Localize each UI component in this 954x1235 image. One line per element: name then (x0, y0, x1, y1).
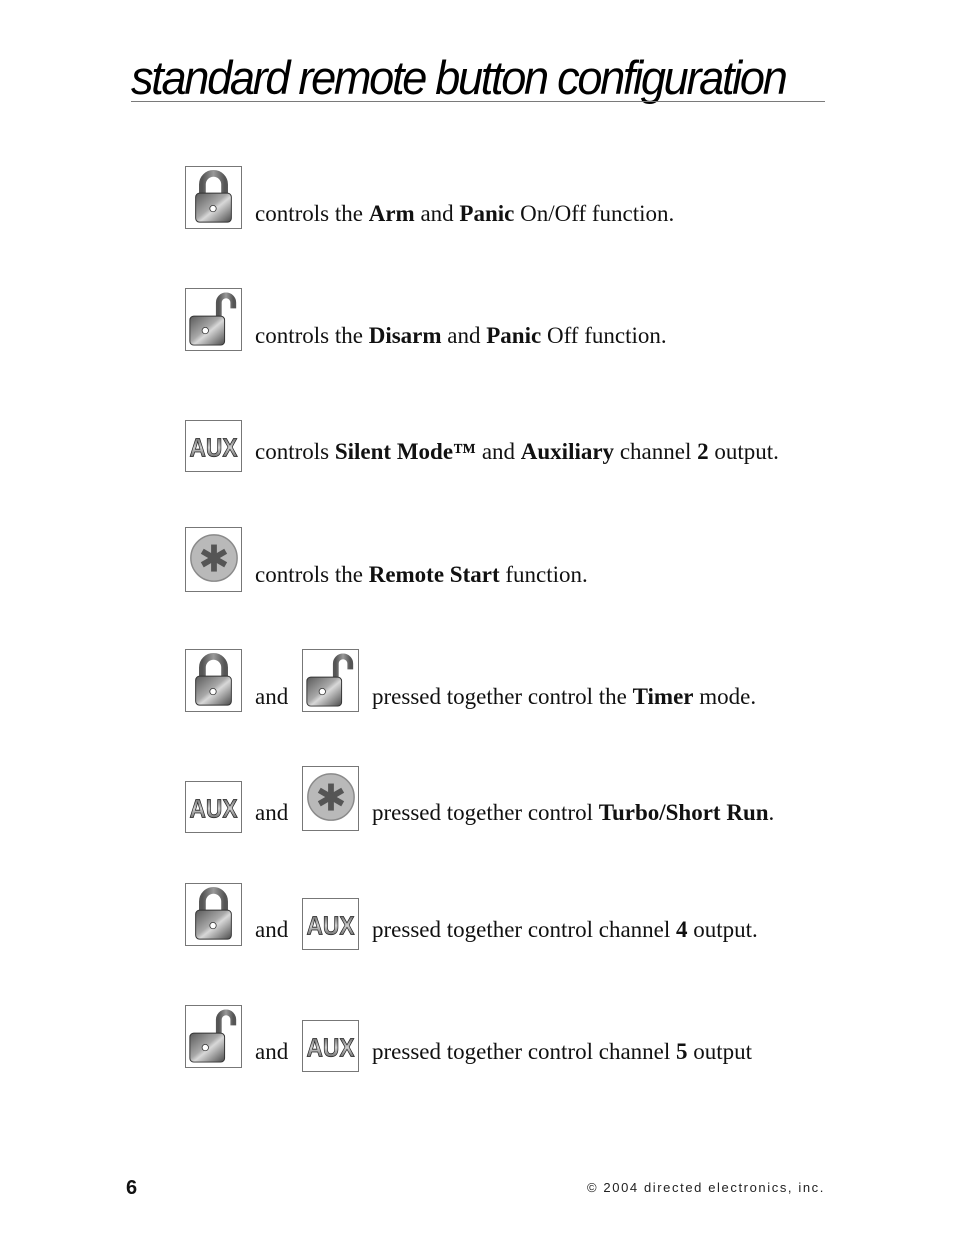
aux-icon: AUX (306, 1032, 355, 1063)
term-panic: Panic (486, 323, 542, 348)
text: pressed together control channel (372, 1039, 676, 1064)
aux-button-icon: AUX (185, 420, 242, 472)
term-channel-5: 5 (676, 1039, 688, 1064)
lock-icon (195, 170, 232, 223)
term-panic: Panic (459, 201, 515, 226)
text: pressed together control channel (372, 917, 676, 942)
text: channel (614, 439, 698, 464)
text: and (441, 323, 487, 348)
title-underline (131, 101, 825, 102)
term-channel-4: 4 (676, 917, 688, 942)
text: controls the (255, 562, 369, 587)
text: pressed together control the (372, 684, 633, 709)
term-arm: Arm (368, 201, 415, 226)
term-remote-start: Remote Start (368, 562, 500, 587)
aux-button-icon: AUX (302, 898, 359, 950)
row-description: pressed together control the Timer mode. (372, 684, 756, 710)
unlock-icon (189, 1009, 237, 1063)
lock-icon (195, 653, 232, 706)
row-description: pressed together control channel 5 outpu… (372, 1039, 752, 1065)
svg-text:AUX: AUX (189, 433, 238, 463)
unlock-button-icon (302, 649, 359, 712)
joiner-and: and (255, 917, 289, 942)
unlock-icon (189, 292, 237, 346)
row-description: pressed together control Turbo/Short Run… (372, 800, 774, 826)
row-description: controls Silent Mode™ and Auxiliary chan… (255, 439, 779, 465)
text: output. (687, 917, 758, 942)
text: controls (255, 439, 335, 464)
aux-button-icon: AUX (302, 1020, 359, 1072)
lock-button-icon (185, 649, 242, 712)
text: . (768, 800, 775, 825)
text: Off function. (541, 323, 667, 348)
asterisk-button-icon (185, 527, 242, 592)
term-channel-2: 2 (697, 439, 709, 464)
text: and (414, 201, 460, 226)
page-title: standard remote button configuration (131, 51, 788, 104)
term-silent-mode: Silent Mode™ (334, 439, 477, 464)
text: pressed together control (372, 800, 599, 825)
joiner-and: and (255, 800, 289, 825)
joiner-and: and (255, 684, 289, 709)
svg-text:AUX: AUX (189, 794, 238, 824)
joiner-and: and (255, 1039, 289, 1064)
term-disarm: Disarm (368, 323, 442, 348)
svg-text:AUX: AUX (306, 1033, 355, 1063)
row-description: controls the Disarm and Panic Off functi… (255, 323, 667, 349)
text: and (476, 439, 521, 464)
copyright-notice: © 2004 directed electronics, inc. (587, 1180, 825, 1195)
term-turbo-short-run: Turbo/Short Run (598, 800, 769, 825)
asterisk-icon (307, 773, 355, 821)
row-description: controls the Remote Start function. (255, 562, 588, 588)
svg-text:AUX: AUX (306, 911, 355, 941)
aux-icon: AUX (306, 910, 355, 941)
text: output (687, 1039, 753, 1064)
aux-button-icon: AUX (185, 781, 242, 833)
page-number: 6 (126, 1177, 138, 1199)
text: mode. (693, 684, 757, 709)
unlock-button-icon (185, 1005, 242, 1068)
asterisk-button-icon (302, 766, 359, 831)
aux-icon: AUX (189, 793, 238, 824)
text: output. (708, 439, 779, 464)
term-auxiliary: Auxiliary (520, 439, 615, 464)
text: On/Off function. (514, 201, 675, 226)
unlock-button-icon (185, 288, 242, 351)
lock-icon (195, 887, 232, 940)
aux-icon: AUX (189, 432, 238, 463)
lock-button-icon (185, 166, 242, 229)
lock-button-icon (185, 883, 242, 946)
text: controls the (255, 323, 369, 348)
row-description: controls the Arm and Panic On/Off functi… (255, 201, 674, 227)
text: function. (499, 562, 588, 587)
unlock-icon (306, 653, 354, 707)
asterisk-icon (190, 534, 238, 582)
row-description: pressed together control channel 4 outpu… (372, 917, 758, 943)
term-timer: Timer (632, 684, 694, 709)
text: controls the (255, 201, 369, 226)
